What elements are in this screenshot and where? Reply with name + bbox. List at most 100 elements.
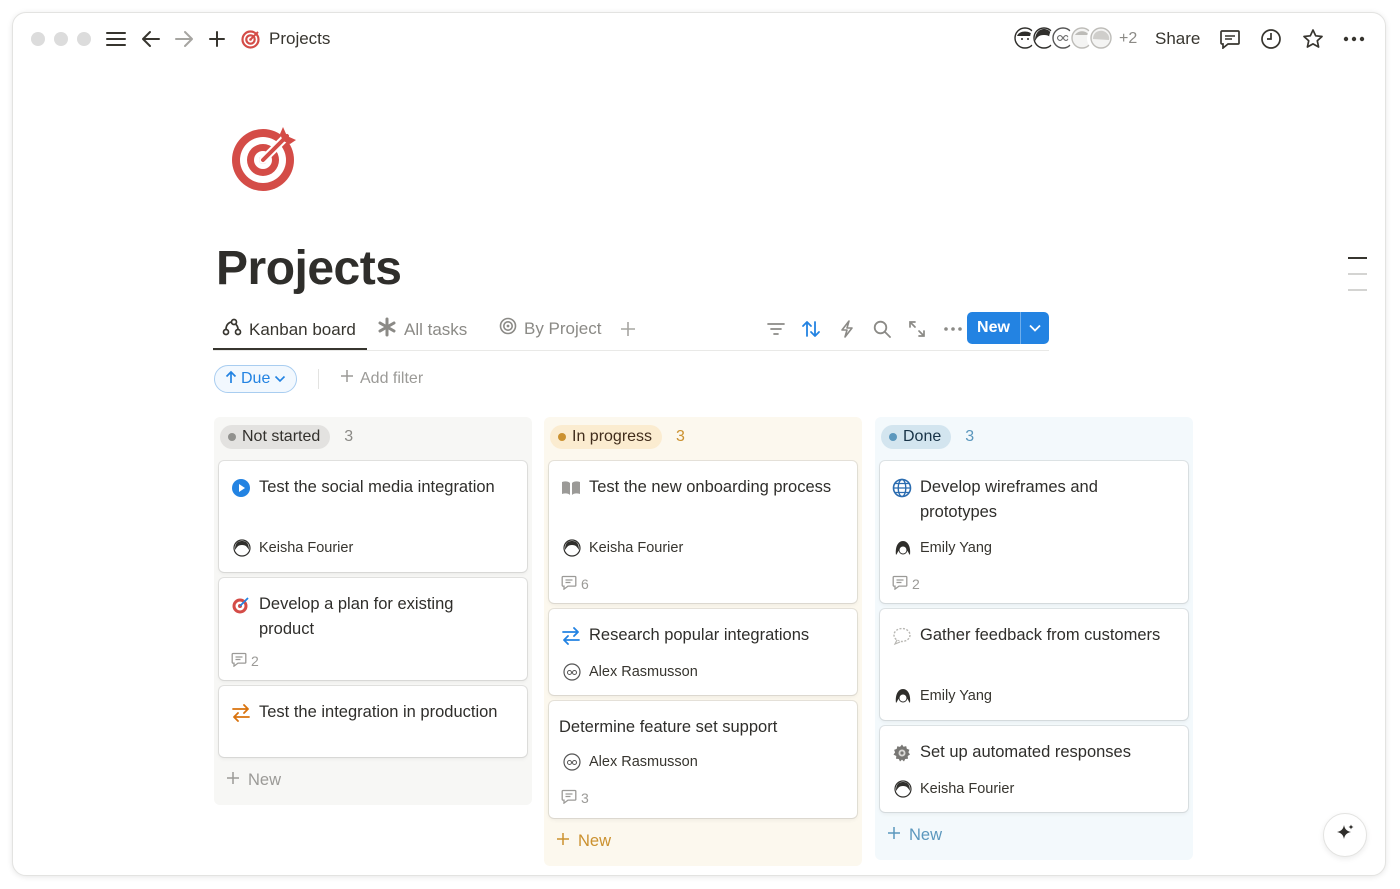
status-label: Not started	[242, 428, 321, 445]
add-view-plus-icon[interactable]	[617, 318, 639, 340]
tab-kanban-board[interactable]: Kanban board	[222, 317, 356, 342]
menu-icon[interactable]	[104, 27, 128, 51]
column-header[interactable]: In progress 3	[550, 425, 685, 449]
add-card-label: New	[248, 771, 282, 789]
dart-target-icon	[231, 595, 251, 615]
chevron-down-icon[interactable]	[1021, 312, 1049, 344]
add-card-button[interactable]: New	[226, 771, 281, 790]
card-title: Test the social media integration	[259, 478, 495, 496]
chevron-down-icon	[274, 370, 286, 388]
forward-arrow-icon[interactable]	[172, 27, 196, 51]
share-button[interactable]: Share	[1155, 29, 1200, 49]
add-filter-button[interactable]: Add filter	[340, 369, 423, 388]
card-title: Develop a plan for existing product	[259, 595, 454, 638]
column-count: 3	[344, 428, 354, 445]
comment-icon	[561, 575, 577, 593]
speech-bubble-icon	[892, 626, 912, 646]
filter-icon[interactable]	[765, 318, 787, 340]
sparkle-icon	[1335, 823, 1355, 848]
member-avatars[interactable]	[1011, 24, 1115, 52]
minimize-window-button[interactable]	[54, 32, 68, 46]
table-of-contents-indicator[interactable]	[1348, 257, 1367, 305]
column-count: 3	[676, 428, 685, 445]
tab-all-tasks[interactable]: All tasks	[377, 317, 467, 342]
sort-due-chip[interactable]: Due	[214, 365, 298, 393]
card[interactable]: Set up automated responses Keisha Fourie…	[880, 726, 1188, 812]
favorite-star-icon[interactable]	[1301, 27, 1325, 51]
plus-icon	[226, 771, 240, 790]
card-assignee[interactable]: Alex Rasmusson	[563, 753, 698, 771]
book-icon	[561, 478, 581, 498]
gear-icon	[892, 743, 912, 763]
column-header[interactable]: Done 3	[881, 425, 974, 449]
tab-by-project[interactable]: By Project	[499, 317, 601, 340]
card-assignee[interactable]: Keisha Fourier	[563, 539, 683, 557]
status-badge: Done	[881, 425, 952, 449]
arrows-swap-icon	[231, 703, 251, 723]
card[interactable]: Test the new onboarding process Keisha F…	[549, 461, 857, 603]
card-assignee[interactable]: Keisha Fourier	[233, 539, 353, 557]
window-controls	[31, 32, 91, 46]
top-bar: Projects +2 Share	[13, 13, 1385, 65]
assignee-name: Alex Rasmusson	[589, 754, 698, 770]
add-filter-label: Add filter	[360, 369, 424, 387]
page-title[interactable]: Projects	[216, 241, 402, 296]
card[interactable]: Test the social media integration Keisha…	[219, 461, 527, 572]
card[interactable]: Test the integration in production	[219, 686, 527, 757]
card-comments[interactable]: 2	[231, 652, 259, 670]
card-assignee[interactable]: Emily Yang	[894, 687, 992, 705]
card-title: Gather feedback from customers	[920, 626, 1161, 644]
app-window: Projects +2 Share Projects Kanban board …	[12, 12, 1386, 876]
card-comments[interactable]: 6	[561, 575, 589, 593]
assignee-name: Keisha Fourier	[589, 540, 684, 556]
avatar	[1087, 24, 1115, 52]
automation-bolt-icon[interactable]	[836, 318, 858, 340]
card[interactable]: Determine feature set support Alex Rasmu…	[549, 701, 857, 818]
status-badge: Not started	[220, 425, 331, 449]
back-arrow-icon[interactable]	[139, 27, 163, 51]
comments-icon[interactable]	[1218, 27, 1242, 51]
column-header[interactable]: Not started 3	[220, 425, 353, 449]
close-window-button[interactable]	[31, 32, 45, 46]
status-badge: In progress	[550, 425, 663, 449]
add-card-button[interactable]: New	[887, 826, 942, 845]
page-target-icon[interactable]	[225, 117, 305, 197]
assignee-name: Alex Rasmusson	[589, 664, 698, 680]
assignee-name: Emily Yang	[920, 688, 992, 704]
history-clock-icon[interactable]	[1259, 27, 1283, 51]
card-assignee[interactable]: Keisha Fourier	[894, 780, 1014, 798]
card-assignee[interactable]: Alex Rasmusson	[563, 663, 698, 681]
sort-label: Due	[241, 370, 271, 387]
filter-divider	[318, 369, 319, 389]
card[interactable]: Develop a plan for existing product 2	[219, 578, 527, 680]
ai-assistant-button[interactable]	[1323, 813, 1367, 857]
card-title: Develop wireframes and prototypes	[920, 478, 1098, 521]
play-circle-icon	[231, 478, 251, 498]
comment-icon	[231, 652, 247, 670]
breadcrumb-title[interactable]: Projects	[269, 29, 330, 49]
new-entry-button[interactable]: New	[967, 312, 1049, 344]
extra-members-count[interactable]: +2	[1119, 30, 1137, 48]
plus-icon	[556, 832, 570, 851]
card-comments[interactable]: 2	[892, 575, 920, 593]
card[interactable]: Develop wireframes and prototypes Emily …	[880, 461, 1188, 603]
plus-icon	[340, 369, 354, 388]
card[interactable]: Gather feedback from customers Emily Yan…	[880, 609, 1188, 720]
avatar	[563, 753, 581, 771]
search-icon[interactable]	[871, 318, 893, 340]
card-assignee[interactable]: Emily Yang	[894, 539, 992, 557]
maximize-window-button[interactable]	[77, 32, 91, 46]
card-comments[interactable]: 3	[561, 789, 589, 807]
assignee-name: Emily Yang	[920, 540, 992, 556]
new-button-label[interactable]: New	[967, 312, 1021, 344]
view-options-more-icon[interactable]	[942, 318, 964, 340]
assignee-name: Keisha Fourier	[259, 540, 354, 556]
arrow-up-icon	[225, 370, 237, 389]
asterisk-icon	[377, 317, 397, 342]
new-page-plus-icon[interactable]	[205, 27, 229, 51]
more-options-icon[interactable]	[1342, 27, 1366, 51]
sort-icon[interactable]	[800, 318, 822, 340]
expand-icon[interactable]	[906, 318, 928, 340]
add-card-button[interactable]: New	[556, 832, 611, 851]
card[interactable]: Research popular integrations Alex Rasmu…	[549, 609, 857, 695]
